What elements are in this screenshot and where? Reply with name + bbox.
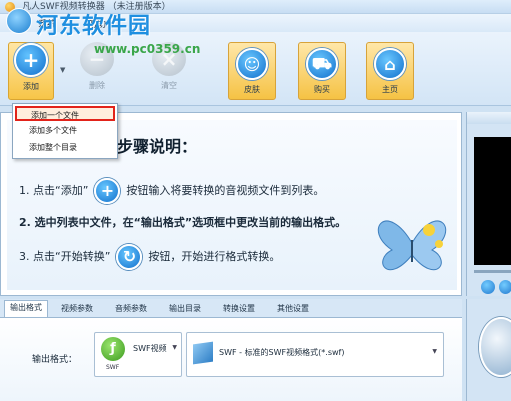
chevron-down-icon: ▼ — [172, 344, 177, 351]
cube-icon — [193, 341, 213, 365]
home-label: 主页 — [382, 85, 398, 94]
step1-text-b: 按钮输入将要转换的音视频文件到列表。 — [126, 184, 325, 197]
preview-panel — [466, 112, 511, 296]
tab-output-format[interactable]: 输出格式 — [4, 300, 48, 317]
add-dropdown-menu: 添加一个文件 添加多个文件 添加整个目录 — [12, 103, 118, 159]
step3-text-a: 3. 点击“开始转换” — [19, 250, 111, 263]
buy-label: 购买 — [314, 85, 330, 94]
convert-panel — [466, 299, 511, 401]
menu-add-multiple-files[interactable]: 添加多个文件 — [15, 123, 115, 138]
watermark-logo: 河东软件园 — [36, 14, 152, 39]
format-description: SWF - 标准的SWF视频格式(*.swf) — [219, 348, 345, 357]
play-icon[interactable] — [481, 280, 495, 294]
cart-icon: ⛟ — [306, 48, 338, 80]
tab-other-settings[interactable]: 其他设置 — [272, 302, 314, 317]
smiley-icon: ☺ — [236, 48, 268, 80]
toolbar: + 添加 ▼ − 删除 × 清空 ☺ 皮肤 ⛟ 购买 ⌂ 主页 — [0, 32, 511, 106]
skin-button[interactable]: ☺ 皮肤 — [228, 42, 276, 100]
output-format-panel: 输出格式： ƒ SWF SWF视频 ▼ SWF - 标准的SWF视频格式(*.s… — [0, 317, 462, 401]
tab-convert-settings[interactable]: 转换设置 — [218, 302, 260, 317]
plus-icon: + — [14, 43, 48, 77]
add-plus-icon: + — [94, 178, 121, 204]
format-name: SWF视频 — [133, 344, 167, 353]
butterfly-illustration — [377, 220, 447, 271]
buy-button[interactable]: ⛟ 购买 — [298, 42, 346, 100]
watermark-url: www.pc0359.cn — [94, 42, 201, 56]
home-icon: ⌂ — [374, 48, 406, 80]
skin-label: 皮肤 — [244, 85, 260, 94]
start-convert-button[interactable] — [479, 317, 511, 377]
swf-icon: ƒ — [101, 337, 125, 361]
stop-icon[interactable] — [499, 280, 511, 294]
help-step-1: 1. 点击“添加” + 按钮输入将要转换的音视频文件到列表。 — [19, 178, 324, 204]
preview-header — [467, 112, 511, 124]
refresh-icon: ↻ — [116, 244, 143, 270]
add-label: 添加 — [23, 82, 39, 91]
help-step-2: 2. 选中列表中文件，在“输出格式”选项框中更改当前的输出格式。 — [19, 216, 347, 229]
add-dropdown-arrow-icon[interactable]: ▼ — [60, 66, 65, 74]
help-title: 步骤说明： — [117, 137, 198, 156]
home-button[interactable]: ⌂ 主页 — [366, 42, 414, 100]
chevron-down-icon: ▼ — [432, 348, 437, 355]
tab-output-dir[interactable]: 输出目录 — [164, 302, 206, 317]
menu-add-single-file[interactable]: 添加一个文件 — [15, 106, 115, 121]
watermark-globe-icon — [6, 8, 32, 34]
format-select[interactable]: ƒ SWF SWF视频 ▼ — [94, 332, 182, 377]
swf-icon-caption: SWF — [106, 364, 120, 371]
preview-screen — [474, 137, 511, 265]
delete-label: 删除 — [89, 81, 105, 90]
clear-label: 清空 — [161, 81, 177, 90]
step1-text-a: 1. 点击“添加” — [19, 184, 89, 197]
tab-audio-params[interactable]: 音频参数 — [110, 302, 152, 317]
tab-video-params[interactable]: 视频参数 — [56, 302, 98, 317]
menu-add-directory[interactable]: 添加整个目录 — [15, 140, 115, 155]
preview-seek-slider[interactable] — [474, 270, 511, 273]
settings-tabs: 输出格式 视频参数 音频参数 输出目录 转换设置 其他设置 — [0, 299, 462, 317]
output-format-label: 输出格式： — [32, 355, 78, 365]
help-step-3: 3. 点击“开始转换” ↻ 按钮，开始进行格式转换。 — [19, 244, 280, 270]
format-profile-select[interactable]: SWF - 标准的SWF视频格式(*.swf) ▼ — [186, 332, 444, 377]
step3-text-b: 按钮，开始进行格式转换。 — [148, 250, 281, 263]
add-button[interactable]: + 添加 — [8, 42, 54, 100]
